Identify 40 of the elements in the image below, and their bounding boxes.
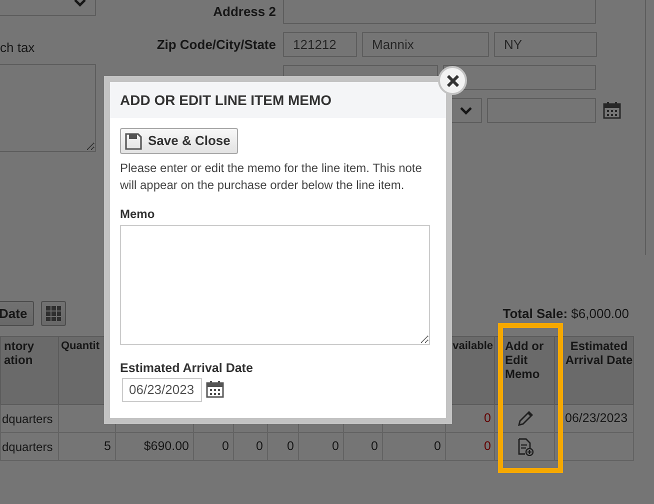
table-cell: dquarters [0,432,58,460]
chevron-icon [74,0,86,7]
pencil-icon[interactable] [516,410,534,428]
date-field[interactable]: 06/23/2023 [122,378,202,402]
column-header: Add or Edit Memo [494,336,554,404]
table-cell: $690.00 [116,432,194,460]
input-field[interactable]: NY [494,32,597,57]
field-label: Memo [120,206,156,223]
total-sale: Total Sale: $6,000.00 [502,304,629,323]
calendar-icon [603,102,621,119]
table-cell: 0 [194,432,234,460]
input-field[interactable]: Mannix [362,32,489,57]
table-cell: 0 [344,432,382,460]
close-icon [446,74,458,86]
add-note-icon[interactable] [516,438,534,456]
memo-field[interactable] [120,224,430,345]
table-cell: 5 [58,432,116,460]
grid-button[interactable] [41,301,66,326]
column-header: ntory ation [0,336,58,404]
date-button[interactable]: Date [0,301,34,326]
grid-icon [46,306,62,321]
table-cell: dquarters [0,404,58,432]
table-cell: 0 [446,432,494,460]
field-label: Estimated Arrival Date [120,360,254,377]
field-label: ch tax [0,39,36,57]
table-cell: 0 [382,432,446,460]
table-cell: 0 [268,432,298,460]
column-header: Estimated Arrival Date [554,336,634,404]
chevron-icon [460,106,472,114]
field-label: Zip Code/City/State [156,36,276,54]
instructions-text: Please enter or edit the memo for the line item. This note will appear on the purchase order below the line item. [120,160,423,194]
save-button[interactable]: Save & Close [120,128,238,154]
table-cell: 0 [298,432,344,460]
save-icon [125,132,142,150]
calendar-icon [206,381,224,398]
table-cell: 06/23/2023 [554,404,634,432]
input-field[interactable]: 121212 [283,32,357,57]
modal-title: ADD OR EDIT LINE ITEM MEMO [110,82,446,118]
table-cell: 0 [234,432,268,460]
field-label: Address 2 [212,2,276,21]
